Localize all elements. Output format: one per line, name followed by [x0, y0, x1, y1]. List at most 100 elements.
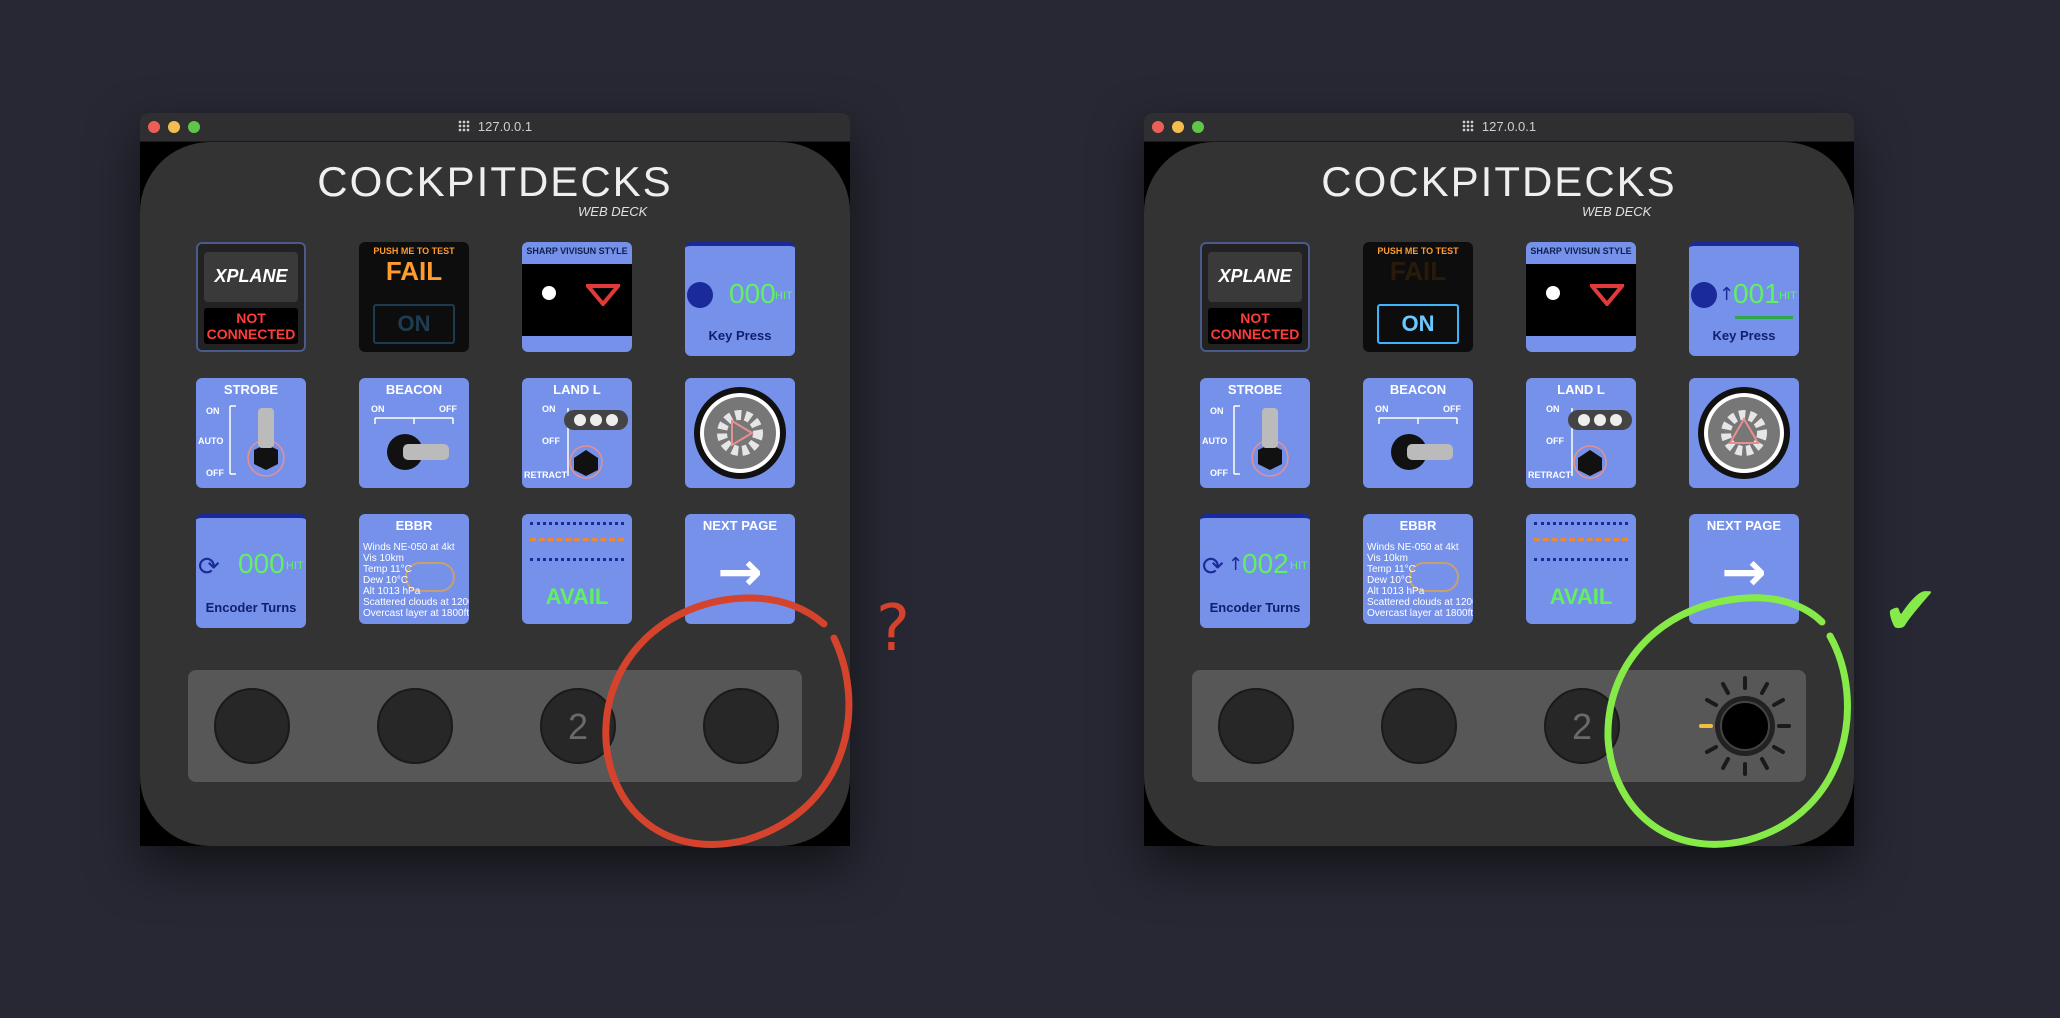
dotted-rule — [530, 558, 624, 561]
arrow-up-icon: ↑ — [1719, 284, 1735, 305]
weather-line: Overcast layer at 1800ft — [363, 608, 469, 619]
brand-subtitle: WEB DECK — [578, 204, 648, 219]
beacon-title: BEACON — [385, 382, 443, 397]
on-indicator: ON — [373, 304, 455, 344]
brand-subtitle: WEB DECK — [1582, 204, 1652, 219]
green-highlight-circle — [1604, 594, 1851, 848]
gear-dial-button[interactable] — [1689, 378, 1799, 488]
strobe-title: STROBE — [1227, 382, 1283, 397]
weather-button[interactable]: EBBR Winds NE-050 at 4kt Vis 10km Temp 1… — [359, 514, 469, 624]
beacon-button[interactable]: BEACON ON OFF — [1363, 378, 1473, 488]
title-bar: 127.0.0.1 — [1144, 113, 1854, 142]
beacon-button[interactable]: BEACON ON OFF — [359, 378, 469, 488]
weather-lines: Winds NE-050 at 4kt Vis 10km Temp 11°C D… — [1367, 542, 1473, 619]
test-button[interactable]: PUSH ME TO TEST FAIL ON — [1363, 242, 1473, 352]
strobe-button[interactable]: STROBE ON AUTO OFF — [1200, 378, 1310, 488]
xplane-button[interactable]: XPLANE NOT CONNECTED — [1200, 242, 1310, 352]
encoder-count: 000 — [238, 548, 285, 579]
weather-button[interactable]: EBBR Winds NE-050 at 4kt Vis 10km Temp 1… — [1363, 514, 1473, 624]
weather-line: Alt 1013 hPa — [363, 586, 421, 597]
weather-line: Temp 11°C — [1367, 564, 1416, 575]
xplane-button[interactable]: XPLANE NOT CONNECTED — [196, 242, 306, 352]
red-triangle-icon — [1590, 284, 1624, 306]
title-bar: 127.0.0.1 — [140, 113, 850, 142]
dotted-rule — [1534, 522, 1628, 525]
keypress-suffix: HIT — [1779, 290, 1797, 302]
xplane-logo: XPLANE — [1208, 252, 1302, 302]
vivisun-button[interactable]: SHARP VIVISUN STYLE — [522, 242, 632, 352]
landing-title: LAND L — [553, 382, 601, 397]
encoder-knob[interactable] — [1218, 688, 1294, 764]
vivisun-button[interactable]: SHARP VIVISUN STYLE — [1526, 242, 1636, 352]
gear-play-icon — [694, 387, 786, 479]
landing-pos-off: OFF — [1546, 436, 1564, 446]
vivisun-header: SHARP VIVISUN STYLE — [526, 246, 628, 256]
landing-pos-on: ON — [542, 404, 556, 414]
keypress-label: Key Press — [1712, 328, 1776, 343]
encoder-turns-button[interactable]: ⟳ 000 HIT Encoder Turns — [196, 514, 306, 628]
brand-title: COCKPITDECKS — [1321, 158, 1677, 205]
landing-light-button[interactable]: LAND L ON OFF RETRACT — [522, 378, 632, 488]
encoder-suffix: HIT — [286, 560, 304, 572]
fail-indicator: FAIL — [385, 256, 443, 286]
weather-line: Scattered clouds at 1200ft — [1367, 597, 1473, 608]
keypress-count: 001 — [1733, 278, 1780, 309]
xplane-logo: XPLANE — [204, 252, 298, 302]
keypress-button[interactable]: ↑ 001 HIT Key Press — [1689, 242, 1799, 356]
keypress-button[interactable]: 000 HIT Key Press — [685, 242, 795, 356]
weather-line: Dew 10°C — [363, 575, 409, 586]
test-button[interactable]: PUSH ME TO TEST FAIL ON — [359, 242, 469, 352]
grid-icon — [1461, 120, 1474, 132]
weather-title: EBBR — [395, 518, 433, 533]
weather-line: Vis 10km — [363, 553, 404, 564]
window-title-text: 127.0.0.1 — [477, 119, 533, 134]
weather-line: Vis 10km — [1367, 553, 1408, 564]
fail-indicator: FAIL — [1389, 256, 1447, 286]
gauge-icon — [687, 282, 713, 308]
strobe-pos-off: OFF — [206, 468, 224, 478]
keypress-label: Key Press — [708, 328, 772, 343]
encoder-label: Encoder Turns — [205, 600, 297, 615]
encoder-label: Encoder Turns — [1209, 600, 1301, 615]
encoder-knob[interactable] — [1381, 688, 1457, 764]
window-title: 127.0.0.1 — [140, 119, 850, 134]
gauge-icon — [1691, 282, 1717, 308]
xplane-status-line1: NOT — [236, 310, 266, 326]
keypress-count: 000 — [729, 278, 776, 309]
test-header: PUSH ME TO TEST — [1377, 246, 1459, 256]
on-indicator: ON — [1377, 304, 1459, 344]
on-indicator-text: ON — [397, 311, 431, 336]
weather-title: EBBR — [1399, 518, 1437, 533]
strobe-title: STROBE — [223, 382, 279, 397]
gear-dial-button[interactable] — [685, 378, 795, 488]
refresh-icon: ⟳ — [198, 552, 220, 582]
test-header: PUSH ME TO TEST — [373, 246, 455, 256]
vivisun-header: SHARP VIVISUN STYLE — [1530, 246, 1632, 256]
encoder-knob[interactable] — [377, 688, 453, 764]
amber-light-bar — [1534, 538, 1628, 541]
encoder-suffix: HIT — [1290, 560, 1308, 572]
weather-line: Winds NE-050 at 4kt — [1367, 542, 1459, 553]
amber-light-bar — [530, 538, 624, 541]
dotted-rule — [1534, 558, 1628, 561]
toggle-switch-icon — [1233, 405, 1289, 477]
weather-line: Overcast layer at 1800ft — [1367, 608, 1473, 619]
white-dot-icon — [542, 286, 556, 300]
next-page-label: NEXT PAGE — [1706, 518, 1782, 533]
encoder-knob[interactable] — [214, 688, 290, 764]
encoder-turns-button[interactable]: ⟳ ↑ 002 HIT Encoder Turns — [1200, 514, 1310, 628]
dotted-rule — [530, 522, 624, 525]
window-title-text: 127.0.0.1 — [1481, 119, 1537, 134]
next-page-label: NEXT PAGE — [702, 518, 778, 533]
grid-icon — [457, 120, 470, 132]
gear-triangle-icon — [1698, 387, 1790, 479]
strobe-button[interactable]: STROBE ON AUTO OFF — [196, 378, 306, 488]
weather-line: Temp 11°C — [363, 564, 412, 575]
horizontal-toggle-icon — [1378, 417, 1458, 470]
landing-title: LAND L — [1557, 382, 1605, 397]
check-mark-annotation: ✔ — [1882, 572, 1939, 651]
vivisun-display — [522, 264, 632, 336]
landing-light-button[interactable]: LAND L ON OFF RETRACT — [1526, 378, 1636, 488]
brand-title: COCKPITDECKS — [317, 158, 673, 205]
strobe-pos-auto: AUTO — [1202, 436, 1228, 446]
